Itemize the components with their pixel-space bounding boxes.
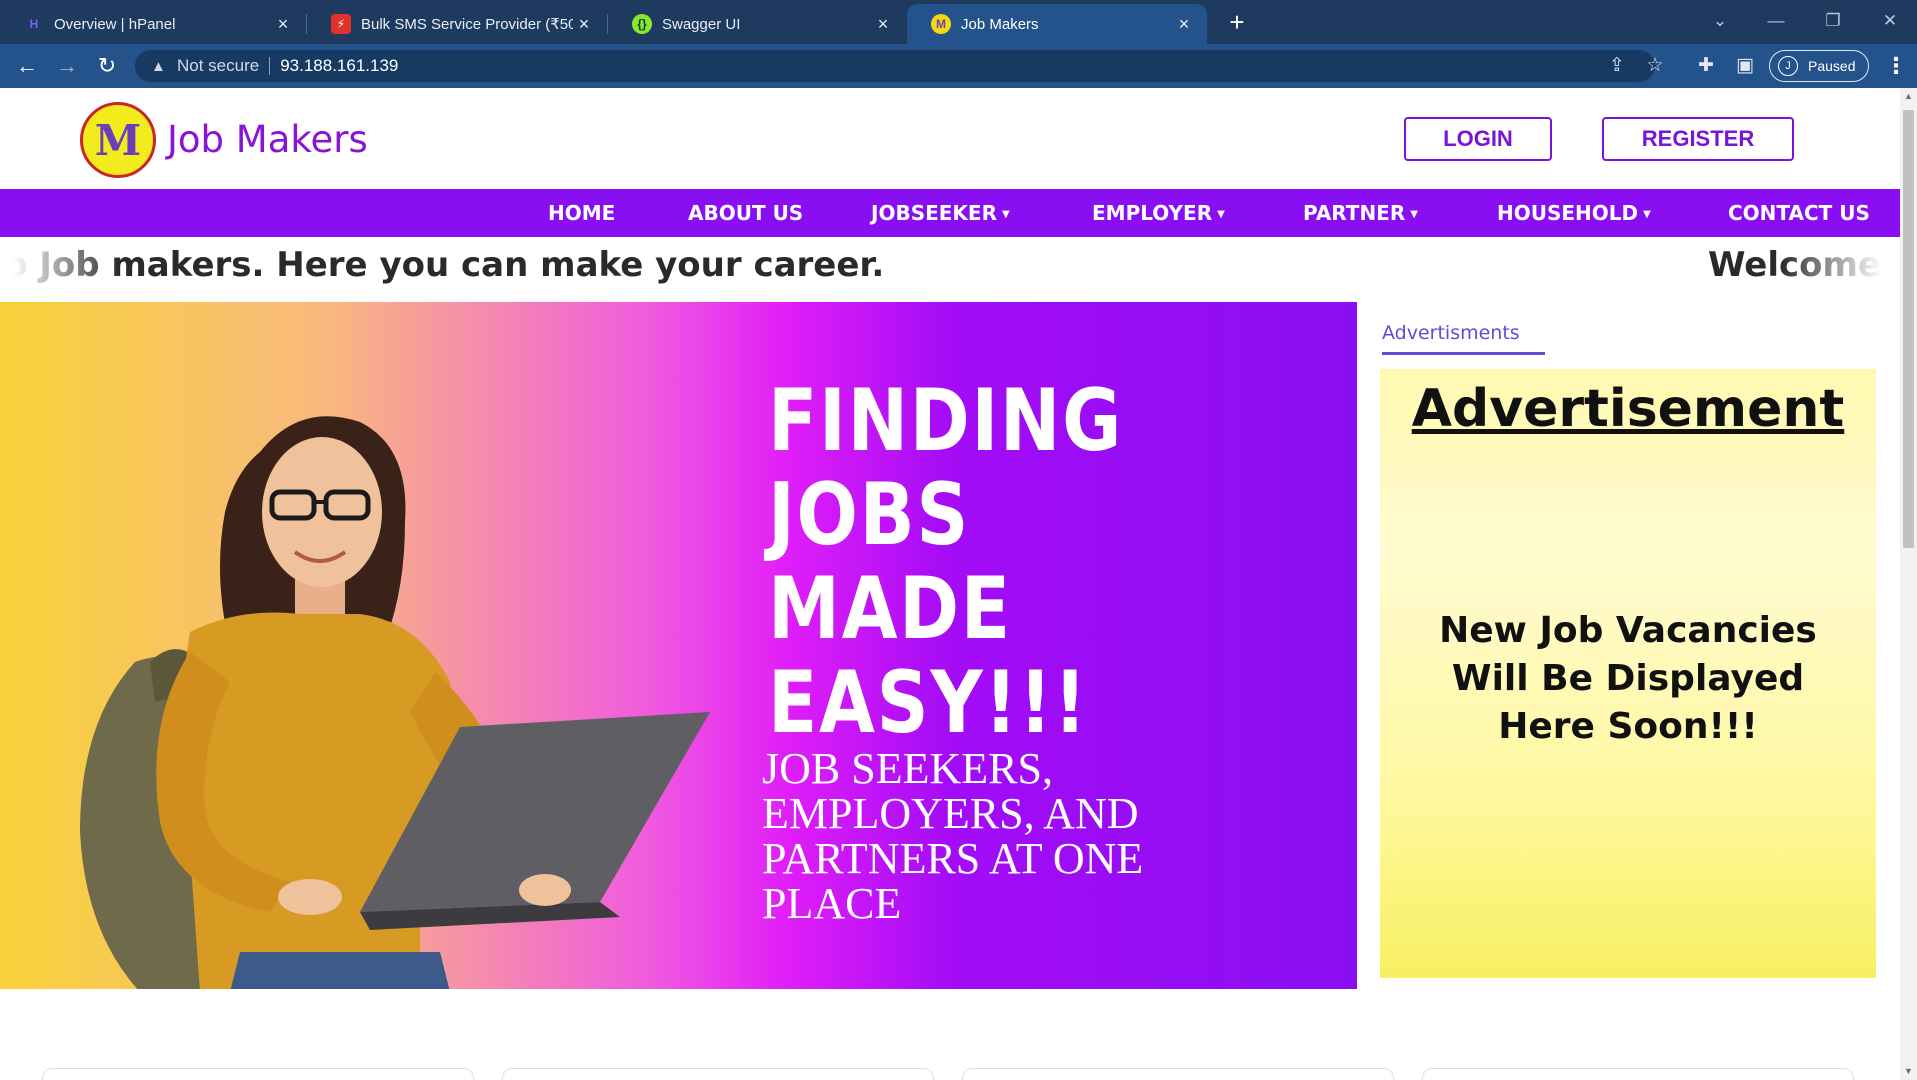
warning-triangle-icon[interactable]: ▲ (151, 58, 169, 75)
close-tab-icon[interactable]: × (872, 14, 894, 35)
tab-bulk-sms[interactable]: ⚡ Bulk SMS Service Provider (₹50 F × (307, 4, 607, 44)
browser-menu-icon[interactable]: ⋮ (1882, 52, 1910, 80)
content-card (1422, 1068, 1854, 1080)
profile-status: Paused (1808, 58, 1856, 74)
scrollbar-thumb[interactable] (1903, 110, 1914, 548)
dropdown-caret-icon: ▼ (1410, 208, 1418, 220)
welcome-marquee: o Job makers. Here you can make your car… (0, 237, 1900, 299)
close-window-icon[interactable]: ✕ (1870, 6, 1910, 36)
minimize-window-icon[interactable]: — (1756, 6, 1796, 36)
browser-toolbar: ← → ↻ ▲ Not secure 93.188.161.139 ⇪ ☆ ✚ … (0, 44, 1917, 88)
main-navigation: HOME ABOUT US JOBSEEKER ▼ EMPLOYER ▼ PARTN… (0, 189, 1900, 237)
tab-label: Swagger UI (662, 15, 741, 33)
advertisement-panel: Advertisement New Job Vacancies Will Be … (1380, 369, 1876, 978)
logo-letter: M (94, 115, 142, 165)
restore-window-icon[interactable]: ❐ (1813, 6, 1853, 36)
nav-employer[interactable]: EMPLOYER ▼ (1092, 189, 1225, 237)
marquee-text: o Job makers. Here you can make your car… (4, 245, 885, 285)
reload-icon[interactable]: ↻ (93, 52, 121, 80)
site-header: M Job Makers LOGIN REGISTER (0, 88, 1900, 189)
marquee-fade-left (0, 237, 120, 299)
nav-household[interactable]: HOUSEHOLD ▼ (1497, 189, 1651, 237)
nav-about-us[interactable]: ABOUT US (688, 189, 803, 237)
register-button[interactable]: REGISTER (1602, 117, 1794, 161)
close-tab-icon[interactable]: × (1173, 14, 1195, 35)
content-card (502, 1068, 934, 1080)
address-bar[interactable]: ▲ Not secure 93.188.161.139 (135, 50, 1655, 82)
tab-advertisments[interactable]: Advertisments (1382, 322, 1545, 355)
avatar: J (1778, 56, 1798, 76)
page-scrollbar[interactable]: ▲ ▼ (1900, 88, 1917, 1080)
web-page: M Job Makers LOGIN REGISTER HOME ABOUT U… (0, 88, 1900, 1080)
tab-label: Bulk SMS Service Provider (₹50 F (361, 16, 573, 33)
hero-subtitle: JOB SEEKERS, EMPLOYERS, AND PARTNERS AT … (762, 744, 1144, 928)
dropdown-caret-icon: ▼ (1643, 208, 1651, 220)
nav-home[interactable]: HOME (548, 189, 615, 237)
side-panel-icon[interactable]: ▣ (1731, 52, 1759, 80)
close-tab-icon[interactable]: × (272, 14, 294, 35)
profile-button[interactable]: J Paused (1769, 50, 1869, 82)
tab-label: Job Makers (961, 15, 1039, 33)
tab-search-chevron-icon[interactable]: ⌄ (1700, 6, 1740, 36)
scroll-up-arrow-icon[interactable]: ▲ (1900, 88, 1917, 105)
login-button[interactable]: LOGIN (1404, 117, 1552, 161)
nav-jobseeker[interactable]: JOBSEEKER ▼ (871, 189, 1010, 237)
tab-overview-hpanel[interactable]: H Overview | hPanel × (0, 4, 306, 44)
dropdown-caret-icon: ▼ (1217, 208, 1225, 220)
close-tab-icon[interactable]: × (573, 14, 595, 35)
hpanel-icon: H (29, 17, 39, 31)
scroll-down-arrow-icon[interactable]: ▼ (1900, 1063, 1917, 1080)
forward-arrow-icon[interactable]: → (53, 52, 81, 80)
tab-job-makers[interactable]: M Job Makers × (907, 4, 1207, 44)
swagger-icon: {} (632, 14, 652, 34)
nav-contact-us[interactable]: CONTACT US (1728, 189, 1870, 237)
omnibox-divider (269, 57, 271, 75)
brand-name[interactable]: Job Makers (167, 118, 368, 161)
hero-banner: FINDING JOBS MADE EASY!!! JOB SEEKERS, E… (0, 302, 1357, 989)
hero-headline: FINDING JOBS MADE EASY!!! (768, 371, 1124, 753)
nav-partner[interactable]: PARTNER ▼ (1303, 189, 1418, 237)
sms-provider-icon: ⚡ (331, 14, 351, 34)
security-status-label[interactable]: Not secure (177, 56, 259, 76)
share-icon[interactable]: ⇪ (1603, 52, 1631, 80)
tab-label: Overview | hPanel (54, 15, 176, 33)
new-tab-button[interactable]: + (1222, 8, 1252, 38)
extensions-puzzle-icon[interactable]: ✚ (1692, 52, 1720, 80)
student-with-laptop-image (80, 416, 710, 989)
url-text[interactable]: 93.188.161.139 (280, 56, 398, 76)
advertisement-title: Advertisement (1411, 379, 1845, 439)
job-makers-icon: M (931, 14, 951, 34)
tab-swagger-ui[interactable]: {} Swagger UI × (608, 4, 906, 44)
dropdown-caret-icon: ▼ (1001, 208, 1010, 220)
browser-tab-strip: H Overview | hPanel × ⚡ Bulk SMS Service… (0, 0, 1917, 44)
back-arrow-icon[interactable]: ← (13, 52, 41, 80)
job-makers-logo[interactable]: M (80, 102, 156, 178)
marquee-fade-right (1780, 237, 1900, 299)
content-card (962, 1068, 1394, 1080)
bookmark-star-icon[interactable]: ☆ (1641, 52, 1669, 80)
content-card (42, 1068, 474, 1080)
advertisement-message: New Job Vacancies Will Be Displayed Here… (1439, 610, 1817, 747)
